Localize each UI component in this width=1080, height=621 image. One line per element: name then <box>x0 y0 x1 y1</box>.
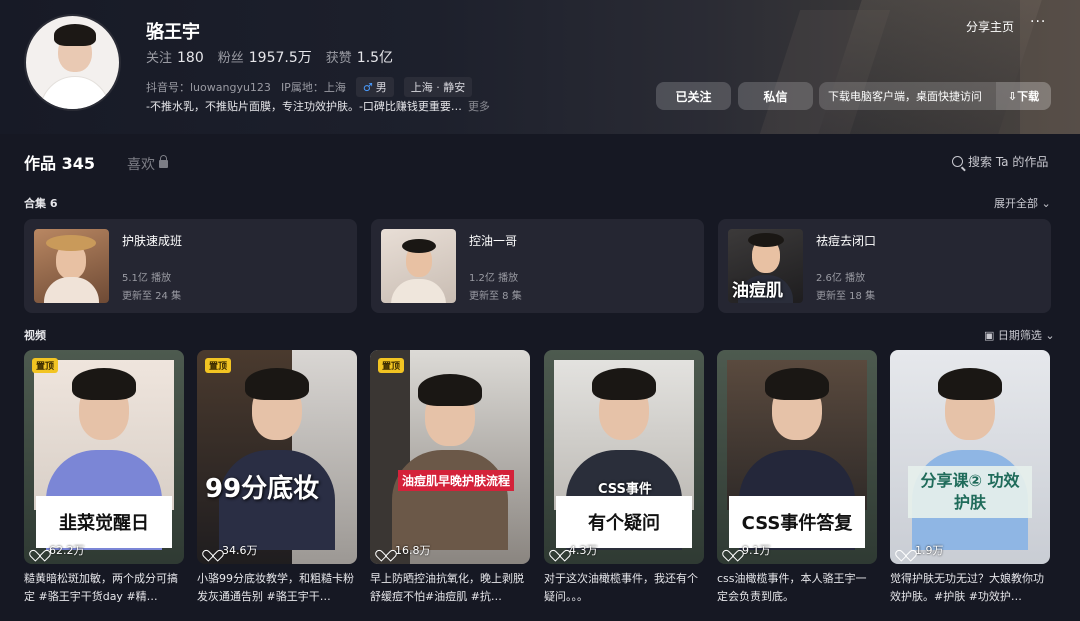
collection-card[interactable]: 控油一哥 1.2亿 播放 更新至 8 集 <box>371 219 704 313</box>
profile-bio: -不推水乳，不推贴片面膜，专注功效护肤。-口碑比赚钱更重要… 更多 <box>146 100 490 113</box>
pinned-badge: 置顶 <box>32 358 59 373</box>
location-tag: 上海 · 静安 <box>403 77 473 97</box>
video-likes: 4.3万 <box>554 542 598 558</box>
collection-update: 更新至 18 集 <box>816 291 876 302</box>
video-likes: 9.1万 <box>727 542 771 558</box>
search-works-button[interactable]: 搜索 Ta 的作品 <box>952 153 1048 170</box>
video-card[interactable]: 置顶 韭菜觉醒日 62.2万 <box>24 350 184 564</box>
banner-decoration <box>1020 0 1080 134</box>
heart-icon <box>900 545 911 555</box>
heart-icon <box>207 545 218 555</box>
more-options-icon[interactable]: ··· <box>1030 14 1046 30</box>
fans-stat[interactable]: 粉丝 1957.5万 <box>218 47 312 67</box>
search-icon <box>952 156 963 167</box>
video-description[interactable]: css油橄榄事件，本人骆王宇一定会负责到底。 <box>717 570 877 606</box>
share-profile-button[interactable]: 分享主页 <box>966 18 1014 35</box>
collection-thumbnail <box>381 229 456 303</box>
collection-thumbnail: 油痘肌 <box>728 229 803 303</box>
pinned-badge: 置顶 <box>378 358 405 373</box>
bio-more-link[interactable]: 更多 <box>468 100 490 113</box>
download-client-bar[interactable]: 下载电脑客户端，桌面快捷访问 ⇩下载 <box>819 82 1051 110</box>
collection-title: 祛痘去闭口 <box>816 234 877 248</box>
video-card[interactable]: CSS事件答复 9.1万 <box>717 350 877 564</box>
video-description[interactable]: 对于这次油橄榄事件，我还有个疑问。。。 <box>544 570 704 606</box>
video-cover-caption: 韭菜觉醒日 <box>36 496 172 548</box>
collection-thumbnail-text: 油痘肌 <box>732 281 783 301</box>
collection-thumbnail <box>34 229 109 303</box>
collection-title: 护肤速成班 <box>122 234 183 248</box>
profile-meta: 抖音号：luowangyu123 IP属地：上海 ♂ 男 上海 · 静安 <box>146 77 473 97</box>
video-cover-caption: 油痘肌早晚护肤流程 <box>398 470 515 491</box>
tab-likes[interactable]: 喜欢 <box>127 154 168 174</box>
video-likes: 62.2万 <box>34 542 85 558</box>
collection-title: 控油一哥 <box>469 234 518 248</box>
avatar[interactable] <box>24 14 121 111</box>
male-icon: ♂ <box>362 81 373 94</box>
download-button[interactable]: ⇩下载 <box>996 82 1051 110</box>
collections-title: 合集 6 <box>24 197 58 210</box>
collection-plays: 5.1亿 播放 <box>122 273 172 284</box>
message-button[interactable]: 私信 <box>738 82 813 110</box>
profile-name: 骆王宇 <box>146 22 200 43</box>
video-description[interactable]: 早上防晒控油抗氧化，晚上剥脱舒缓痘不怕#油痘肌 #抗… <box>370 570 530 606</box>
video-card[interactable]: CSS事件 有个疑问 4.3万 <box>544 350 704 564</box>
ip-location: IP属地：上海 <box>280 81 346 94</box>
video-cover-caption: CSS事件答复 <box>729 496 865 548</box>
heart-icon <box>727 545 738 555</box>
video-card[interactable]: 分享课② 功效护肤 1.9万 <box>890 350 1050 564</box>
heart-icon <box>554 545 565 555</box>
profile-stats: 关注 180 粉丝 1957.5万 获赞 1.5亿 <box>146 47 393 67</box>
video-description[interactable]: 小骆99分底妆教学，和粗糙卡粉发灰通通告别 #骆王宇干… <box>197 570 357 606</box>
video-card[interactable]: 置顶 99分底妆 34.6万 <box>197 350 357 564</box>
heart-icon <box>34 545 45 555</box>
lock-icon <box>158 155 168 168</box>
followed-button[interactable]: 已关注 <box>656 82 731 110</box>
tab-works[interactable]: 作品 345 <box>24 150 95 174</box>
videos-title: 视频 <box>24 329 46 342</box>
download-client-text: 下载电脑客户端，桌面快捷访问 <box>828 90 982 103</box>
collection-update: 更新至 24 集 <box>122 291 182 302</box>
video-cover-caption: 有个疑问 <box>556 496 692 548</box>
collection-card[interactable]: 护肤速成班 5.1亿 播放 更新至 24 集 <box>24 219 357 313</box>
video-likes: 34.6万 <box>207 542 258 558</box>
video-cover-subcaption: CSS事件 <box>598 482 652 497</box>
video-likes: 1.9万 <box>900 542 944 558</box>
profile-page: 骆王宇 关注 180 粉丝 1957.5万 获赞 1.5亿 抖音号：luowangyu… <box>0 0 1080 621</box>
collection-plays: 2.6亿 播放 <box>816 273 866 284</box>
expand-all-button[interactable]: 展开全部 ⌄ <box>994 195 1051 211</box>
gender-tag: ♂ 男 <box>355 77 394 97</box>
video-cover-caption: 99分底妆 <box>205 474 320 504</box>
video-description[interactable]: 糙黄暗松斑加敏，两个成分可搞定 #骆王宇干货day #精… <box>24 570 184 606</box>
profile-tabs: 作品 345 喜欢 <box>24 150 168 174</box>
video-cover-caption: 分享课② 功效护肤 <box>908 466 1032 518</box>
collection-card[interactable]: 油痘肌 祛痘去闭口 2.6亿 播放 更新至 18 集 <box>718 219 1051 313</box>
account-id: 抖音号：luowangyu123 <box>146 81 271 94</box>
video-card[interactable]: 置顶 油痘肌早晚护肤流程 16.8万 <box>370 350 530 564</box>
heart-icon <box>380 545 391 555</box>
video-description[interactable]: 觉得护肤无功无过？大娘教你功效护肤。#护肤 #功效护… <box>890 570 1050 606</box>
likes-stat: 获赞 1.5亿 <box>325 50 394 66</box>
collection-update: 更新至 8 集 <box>469 291 522 302</box>
date-filter-button[interactable]: ▣ 日期筛选 ⌄ <box>984 327 1055 343</box>
collection-plays: 1.2亿 播放 <box>469 273 519 284</box>
pinned-badge: 置顶 <box>205 358 232 373</box>
following-stat[interactable]: 关注 180 <box>146 47 204 66</box>
video-likes: 16.8万 <box>380 542 431 558</box>
